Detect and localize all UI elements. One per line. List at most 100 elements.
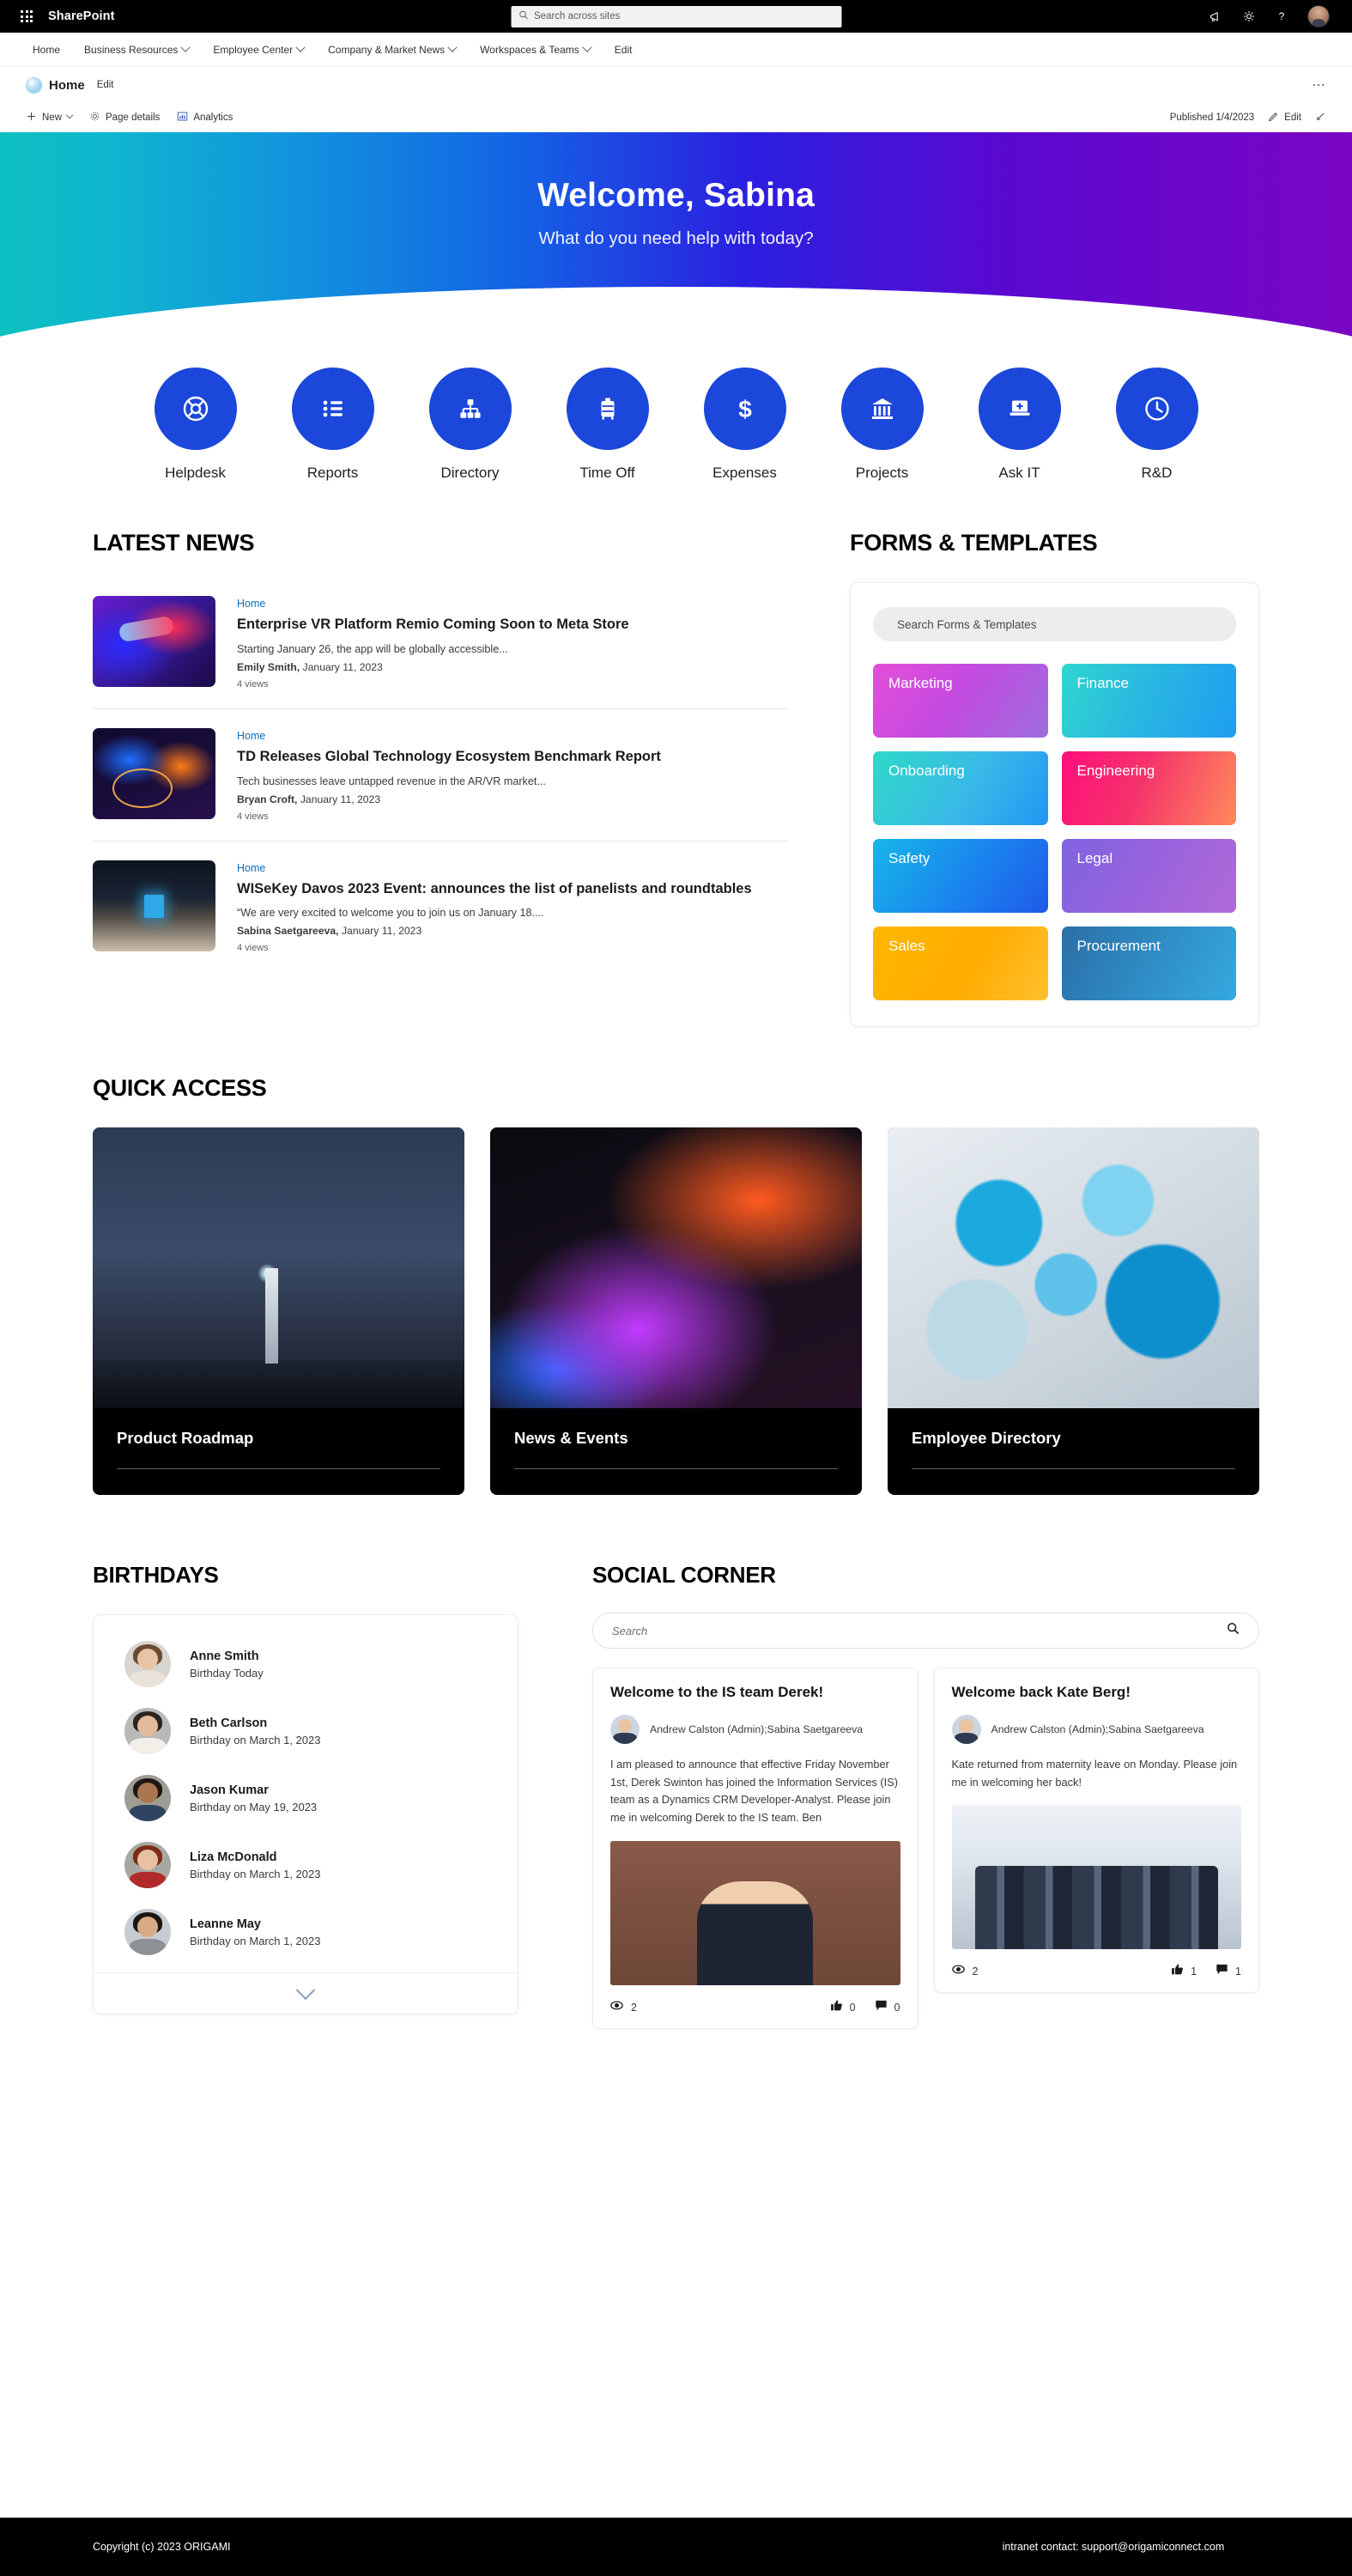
- list-item[interactable]: Leanne May Birthday on March 1, 2023: [94, 1899, 518, 1965]
- quick-access-card-product-roadmap[interactable]: Product Roadmap: [93, 1127, 464, 1495]
- quick-access-grid: Product Roadmap News & Events Employee D…: [93, 1127, 1259, 1495]
- bar-chart-icon: [177, 111, 188, 125]
- quick-link-expenses[interactable]: $ Expenses: [676, 368, 814, 482]
- news-title[interactable]: TD Releases Global Technology Ecosystem …: [237, 748, 788, 767]
- footer-contact: intranet contact: support@origamiconnect…: [1002, 2541, 1225, 2553]
- social-post-comment-count: 1: [1235, 1965, 1241, 1978]
- forms-tile-label: Marketing: [888, 675, 953, 691]
- social-post-image: [610, 1840, 900, 1985]
- forms-tile-legal[interactable]: Legal: [1061, 839, 1236, 913]
- new-button[interactable]: New: [26, 111, 74, 125]
- quick-link-helpdesk[interactable]: Helpdesk: [127, 368, 264, 482]
- social-post-engagement: 2 1 1: [951, 1963, 1241, 1980]
- news-site-link[interactable]: Home: [237, 598, 788, 610]
- news-site-link[interactable]: Home: [237, 862, 788, 874]
- expand-icon[interactable]: [1315, 111, 1326, 125]
- forms-tile-label: Safety: [888, 850, 931, 866]
- quick-access-card-employee-directory[interactable]: Employee Directory: [888, 1127, 1259, 1495]
- forms-search-input[interactable]: Search Forms & Templates: [873, 607, 1236, 641]
- forms-tile-label: Procurement: [1076, 938, 1161, 954]
- site-edit-link[interactable]: Edit: [97, 80, 114, 90]
- edit-button[interactable]: Edit: [1268, 111, 1301, 125]
- chevron-down-icon: [582, 42, 592, 52]
- news-item[interactable]: Home TD Releases Global Technology Ecosy…: [93, 708, 788, 841]
- page-details-button[interactable]: Page details: [89, 111, 160, 125]
- birthdays-list: Anne Smith Birthday Today Beth Carlson B…: [94, 1615, 518, 1972]
- search-icon: [518, 9, 528, 24]
- birthday-person-name: Jason Kumar: [190, 1783, 269, 1797]
- dollar-sign-icon: $: [703, 368, 786, 450]
- avatar: [951, 1715, 981, 1744]
- site-navigation: Home Business Resources Employee Center …: [0, 33, 1352, 67]
- nav-item-label: Workspaces & Teams: [480, 43, 579, 56]
- search-icon[interactable]: [1227, 1622, 1240, 1639]
- forms-tile-finance[interactable]: Finance: [1061, 664, 1236, 738]
- social-post-like-button[interactable]: 0: [830, 1999, 856, 2016]
- avatar[interactable]: [1307, 5, 1330, 27]
- birthday-date: Birthday Today: [190, 1666, 264, 1680]
- forms-templates-heading: FORMS & TEMPLATES: [850, 530, 1098, 556]
- news-description: Tech businesses leave untapped revenue i…: [237, 775, 546, 787]
- forms-tile-marketing[interactable]: Marketing: [873, 664, 1048, 738]
- org-chart-icon: [428, 368, 512, 450]
- news-item[interactable]: Home WISeKey Davos 2023 Event: announces…: [93, 840, 788, 973]
- quick-access-image: [490, 1127, 862, 1408]
- quick-access-section: QUICK ACCESS Product Roadmap News & Even…: [93, 1075, 1259, 1495]
- nav-item-workspaces-teams[interactable]: Workspaces & Teams: [468, 33, 603, 66]
- list-item[interactable]: Beth Carlson Birthday on March 1, 2023: [94, 1698, 518, 1765]
- nav-item-edit[interactable]: Edit: [603, 33, 645, 66]
- social-post-card[interactable]: Welcome back Kate Berg! Andrew Calston (…: [933, 1668, 1259, 1994]
- quick-link-reports[interactable]: Reports: [264, 368, 402, 482]
- news-title[interactable]: WISeKey Davos 2023 Event: announces the …: [237, 880, 788, 899]
- list-item[interactable]: Jason Kumar Birthday on May 19, 2023: [94, 1765, 518, 1832]
- waffle-icon[interactable]: [12, 10, 41, 22]
- news-byline: Sabina Saetgareeva, January 11, 2023: [237, 925, 788, 937]
- search-input[interactable]: Search across sites: [511, 5, 841, 27]
- page-title[interactable]: Home: [49, 78, 85, 93]
- nav-item-company-market-news[interactable]: Company & Market News: [316, 33, 468, 66]
- quick-link-projects[interactable]: Projects: [814, 368, 951, 482]
- analytics-button[interactable]: Analytics: [177, 111, 233, 125]
- divider: [912, 1468, 1235, 1469]
- quick-link-label: Directory: [440, 465, 500, 481]
- nav-item-label: Business Resources: [84, 43, 179, 56]
- quick-link-directory[interactable]: Directory: [402, 368, 539, 482]
- forms-tile-engineering[interactable]: Engineering: [1061, 751, 1236, 825]
- list-item[interactable]: Liza McDonald Birthday on March 1, 2023: [94, 1832, 518, 1899]
- social-post-card[interactable]: Welcome to the IS team Derek! Andrew Cal…: [592, 1668, 919, 2029]
- social-post-comment-button[interactable]: 1: [1216, 1963, 1241, 1980]
- social-post-like-count: 0: [849, 2001, 856, 2014]
- nav-item-home[interactable]: Home: [26, 33, 72, 66]
- social-post-image: [951, 1805, 1241, 1950]
- news-title[interactable]: Enterprise VR Platform Remio Coming Soon…: [237, 616, 788, 635]
- search-placeholder: Search across sites: [534, 11, 621, 21]
- social-post-like-button[interactable]: 1: [1171, 1963, 1197, 1980]
- forms-tile-onboarding[interactable]: Onboarding: [873, 751, 1048, 825]
- news-site-link[interactable]: Home: [237, 730, 788, 742]
- social-post-text: I am pleased to announce that effective …: [610, 1758, 899, 1825]
- quick-link-label: Time Off: [579, 465, 635, 481]
- more-options-icon[interactable]: ⋯: [1312, 76, 1326, 94]
- quick-link-ask-it[interactable]: Ask IT: [951, 368, 1088, 482]
- quick-access-card-news-events[interactable]: News & Events: [490, 1127, 862, 1495]
- social-post-comment-button[interactable]: 0: [875, 1999, 900, 2016]
- forms-tile-procurement[interactable]: Procurement: [1061, 927, 1236, 1000]
- news-item[interactable]: Home Enterprise VR Platform Remio Coming…: [93, 582, 788, 708]
- comment-icon: [875, 1999, 888, 2016]
- social-search-input[interactable]: Search: [592, 1613, 1259, 1649]
- quick-link-rnd[interactable]: R&D: [1088, 368, 1226, 482]
- quick-link-time-off[interactable]: Time Off: [539, 368, 676, 482]
- nav-item-employee-center[interactable]: Employee Center: [201, 33, 316, 66]
- list-item[interactable]: Anne Smith Birthday Today: [94, 1631, 518, 1698]
- quick-access-title: News & Events: [514, 1429, 628, 1447]
- forms-tile-sales[interactable]: Sales: [873, 927, 1048, 1000]
- question-mark-icon[interactable]: ?: [1275, 9, 1288, 23]
- gear-icon[interactable]: [1242, 9, 1256, 23]
- news-view-count: 4 views: [237, 943, 269, 954]
- megaphone-icon[interactable]: [1209, 9, 1223, 24]
- page-footer: Copyright (c) 2023 ORIGAMI intranet cont…: [0, 2518, 1352, 2576]
- birthdays-show-more-button[interactable]: [94, 1972, 518, 2014]
- nav-item-business-resources[interactable]: Business Resources: [72, 33, 201, 66]
- forms-tile-safety[interactable]: Safety: [873, 839, 1048, 913]
- suite-title[interactable]: SharePoint: [48, 9, 115, 23]
